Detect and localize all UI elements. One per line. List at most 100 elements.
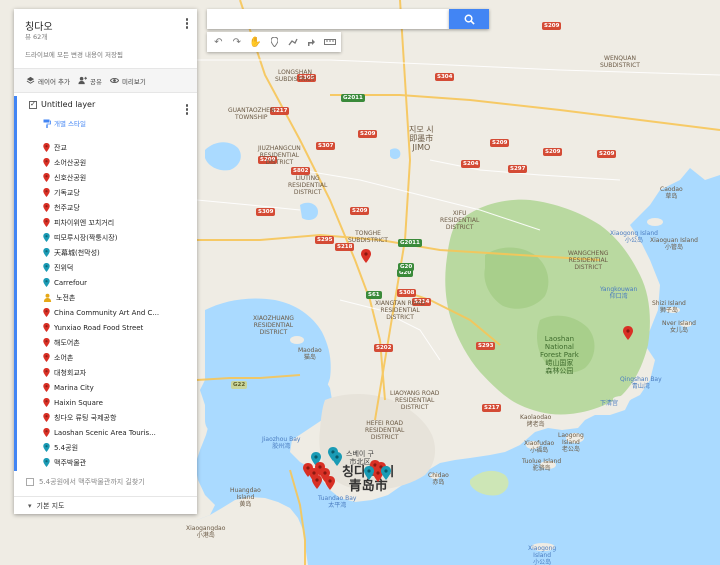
place-item[interactable]: Haixin Square xyxy=(43,395,193,410)
style-label: 개별 스타일 xyxy=(54,120,86,128)
place-label: 소어촌 xyxy=(54,353,74,362)
place-item[interactable]: Carrefour xyxy=(43,275,193,290)
map-marker-8[interactable] xyxy=(312,475,322,489)
place-item[interactable]: 대청회교자 xyxy=(43,365,193,380)
share-button[interactable]: 공유 xyxy=(78,76,102,86)
place-label: 피차이위엔 꼬치거리 xyxy=(54,218,115,227)
place-item[interactable]: 소어촌 xyxy=(43,350,193,365)
marker-icon xyxy=(43,143,50,152)
place-item[interactable]: Yunxiao Road Food Street xyxy=(43,320,193,335)
map-marker-3[interactable] xyxy=(332,452,342,466)
eye-icon xyxy=(109,78,119,83)
layer-title[interactable]: Untitled layer xyxy=(41,100,95,109)
map-marker-laoshan[interactable] xyxy=(623,326,633,340)
place-list: 잔교소어산공원 신호산공원기독교당천주교당피차이위엔 꼬치거리띠모루시장(짝퉁시장… xyxy=(43,140,193,470)
bay-label: Tuandao Bay 太平湾 xyxy=(318,495,357,509)
place-item[interactable]: 띠모루시장(짝퉁시장) xyxy=(43,230,193,245)
person-icon xyxy=(43,293,52,302)
place-label: 잔교 xyxy=(54,143,67,152)
map-marker-14[interactable] xyxy=(381,466,391,480)
search-icon xyxy=(464,14,475,25)
place-label: 대청회교자 xyxy=(54,368,87,377)
map-marker-13[interactable] xyxy=(364,466,374,480)
place-label: 맥주박물관 xyxy=(54,458,87,467)
map-panel: 칭다오 뷰 62개 드라이브에 모든 변경 내용이 저장됨 레이어 추가 공유 … xyxy=(14,9,197,514)
place-label: 진위덕 xyxy=(54,263,74,272)
place-label: Carrefour xyxy=(54,278,88,287)
map-toolbar: ↶ ↷ ✋ xyxy=(207,32,341,52)
place-item[interactable]: 천주교당 xyxy=(43,200,193,215)
marker-icon xyxy=(43,368,50,377)
ruler-icon[interactable] xyxy=(320,33,339,51)
undo-icon[interactable]: ↶ xyxy=(209,33,228,51)
place-item[interactable]: China Community Art And C... xyxy=(43,305,193,320)
search-button[interactable] xyxy=(449,9,489,29)
preview-button[interactable]: 미리보기 xyxy=(109,76,146,86)
place-label: Haixin Square xyxy=(54,398,103,407)
share-label: 공유 xyxy=(89,77,102,86)
place-label: Yunxiao Road Food Street xyxy=(54,323,144,332)
basemap-toggle[interactable]: ▾ 기본 지도 xyxy=(14,496,197,514)
place-item[interactable]: 피차이위엔 꼬치거리 xyxy=(43,215,193,230)
directions-label: 5.4공원에서 맥주박물관까지 길찾기 xyxy=(39,478,145,486)
place-item[interactable]: Laoshan Scenic Area Touris... xyxy=(43,425,193,440)
place-label: 띠모루시장(짝퉁시장) xyxy=(54,233,118,242)
search-box[interactable] xyxy=(207,9,449,32)
marker-icon xyxy=(43,458,50,467)
marker-icon xyxy=(43,383,50,392)
place-item[interactable]: 진위덕 xyxy=(43,260,193,275)
place-item[interactable]: 소어산공원 xyxy=(43,155,193,170)
layer-section: ✓ Untitled layer 개별 스타일 잔교소어산공원 신호산공원기독교당… xyxy=(14,96,197,471)
marker-icon xyxy=(43,398,50,407)
place-label: 노전촌 xyxy=(56,293,76,302)
marker-icon xyxy=(43,188,50,197)
hand-icon[interactable]: ✋ xyxy=(246,33,265,51)
place-item[interactable]: 노전촌 xyxy=(43,290,193,305)
place-item[interactable]: 신호산공원 xyxy=(43,170,193,185)
place-item[interactable]: 잔교 xyxy=(43,140,193,155)
marker-icon xyxy=(43,338,50,347)
marker-icon xyxy=(43,323,50,332)
draw-line-icon[interactable] xyxy=(283,33,302,51)
marker-icon xyxy=(43,173,50,182)
place-label: 해도어촌 xyxy=(54,338,80,347)
place-label: 5.4공원 xyxy=(54,443,79,452)
marker-icon xyxy=(43,203,50,212)
add-layer-button[interactable]: 레이어 추가 xyxy=(26,76,70,86)
place-item[interactable]: 天幕城(천막성) xyxy=(43,245,193,260)
panel-header: 칭다오 뷰 62개 드라이브에 모든 변경 내용이 저장됨 xyxy=(14,9,197,69)
marker-icon xyxy=(43,413,50,422)
marker-icon xyxy=(43,308,50,317)
place-item[interactable]: 칭다오 류팅 국제공항 xyxy=(43,410,193,425)
layers-icon xyxy=(26,76,35,84)
marker-icon xyxy=(43,278,50,287)
place-item[interactable]: Marina City xyxy=(43,380,193,395)
add-person-icon xyxy=(78,76,87,85)
place-item[interactable]: 해도어촌 xyxy=(43,335,193,350)
chevron-down-icon: ▾ xyxy=(28,501,32,510)
redo-icon[interactable]: ↷ xyxy=(228,33,247,51)
map-marker-9[interactable] xyxy=(325,476,335,490)
place-label: China Community Art And C... xyxy=(54,308,160,317)
place-label: 칭다오 류팅 국제공항 xyxy=(54,413,117,422)
place-label: Laoshan Scenic Area Touris... xyxy=(54,428,156,437)
map-marker-airport[interactable] xyxy=(361,249,371,263)
place-item[interactable]: 기독교당 xyxy=(43,185,193,200)
directions-checkbox[interactable] xyxy=(26,478,34,486)
directions-layer[interactable]: 5.4공원에서 맥주박물관까지 길찾기 xyxy=(26,477,145,487)
marker-icon xyxy=(43,248,50,257)
add-marker-icon[interactable] xyxy=(265,33,284,51)
place-label: 天幕城(천막성) xyxy=(54,248,100,257)
directions-icon[interactable] xyxy=(302,33,321,51)
add-layer-label: 레이어 추가 xyxy=(38,77,70,86)
more-options-icon[interactable] xyxy=(185,18,189,29)
search-input[interactable] xyxy=(207,11,449,32)
style-link[interactable]: 개별 스타일 xyxy=(43,118,86,128)
place-label: 기독교당 xyxy=(54,188,80,197)
basemap-label: 기본 지도 xyxy=(36,501,65,510)
marker-icon xyxy=(43,233,50,242)
place-item[interactable]: 5.4공원 xyxy=(43,440,193,455)
layer-checkbox[interactable]: ✓ xyxy=(29,100,37,109)
layer-options-icon[interactable] xyxy=(185,104,189,115)
place-item[interactable]: 맥주박물관 xyxy=(43,455,193,470)
